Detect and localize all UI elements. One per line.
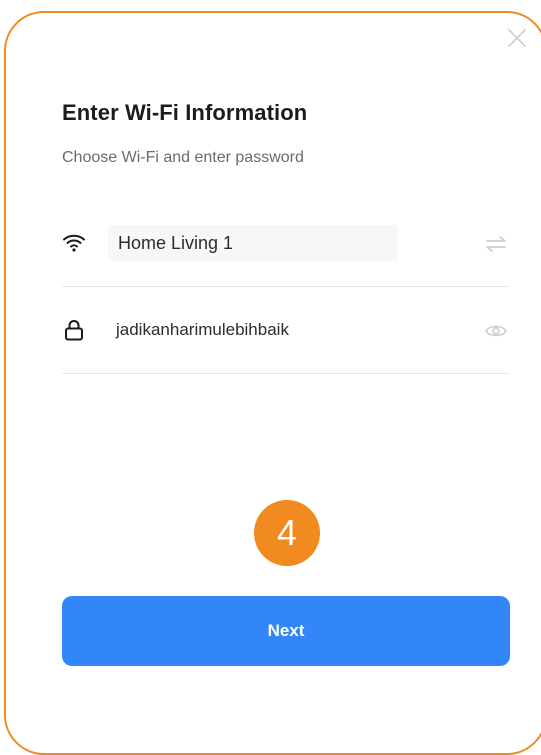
dialog-subtitle: Choose Wi-Fi and enter password	[62, 149, 304, 166]
password-row[interactable]: jadikanharimulebihbaik	[62, 288, 510, 374]
eye-icon[interactable]	[484, 321, 508, 341]
wifi-network-row[interactable]: Home Living 1	[62, 201, 510, 287]
next-button[interactable]: Next	[62, 596, 510, 666]
close-icon[interactable]	[506, 27, 528, 49]
password-field[interactable]: jadikanharimulebihbaik	[116, 313, 289, 347]
wifi-dialog: Enter Wi-Fi Information Choose Wi-Fi and…	[4, 11, 541, 755]
wifi-network-name[interactable]: Home Living 1	[108, 225, 398, 261]
wifi-icon	[63, 234, 85, 252]
lock-icon	[65, 319, 83, 341]
dialog-title: Enter Wi-Fi Information	[62, 100, 308, 125]
step-number-badge: 4	[254, 500, 320, 566]
switch-network-icon[interactable]	[484, 234, 508, 254]
